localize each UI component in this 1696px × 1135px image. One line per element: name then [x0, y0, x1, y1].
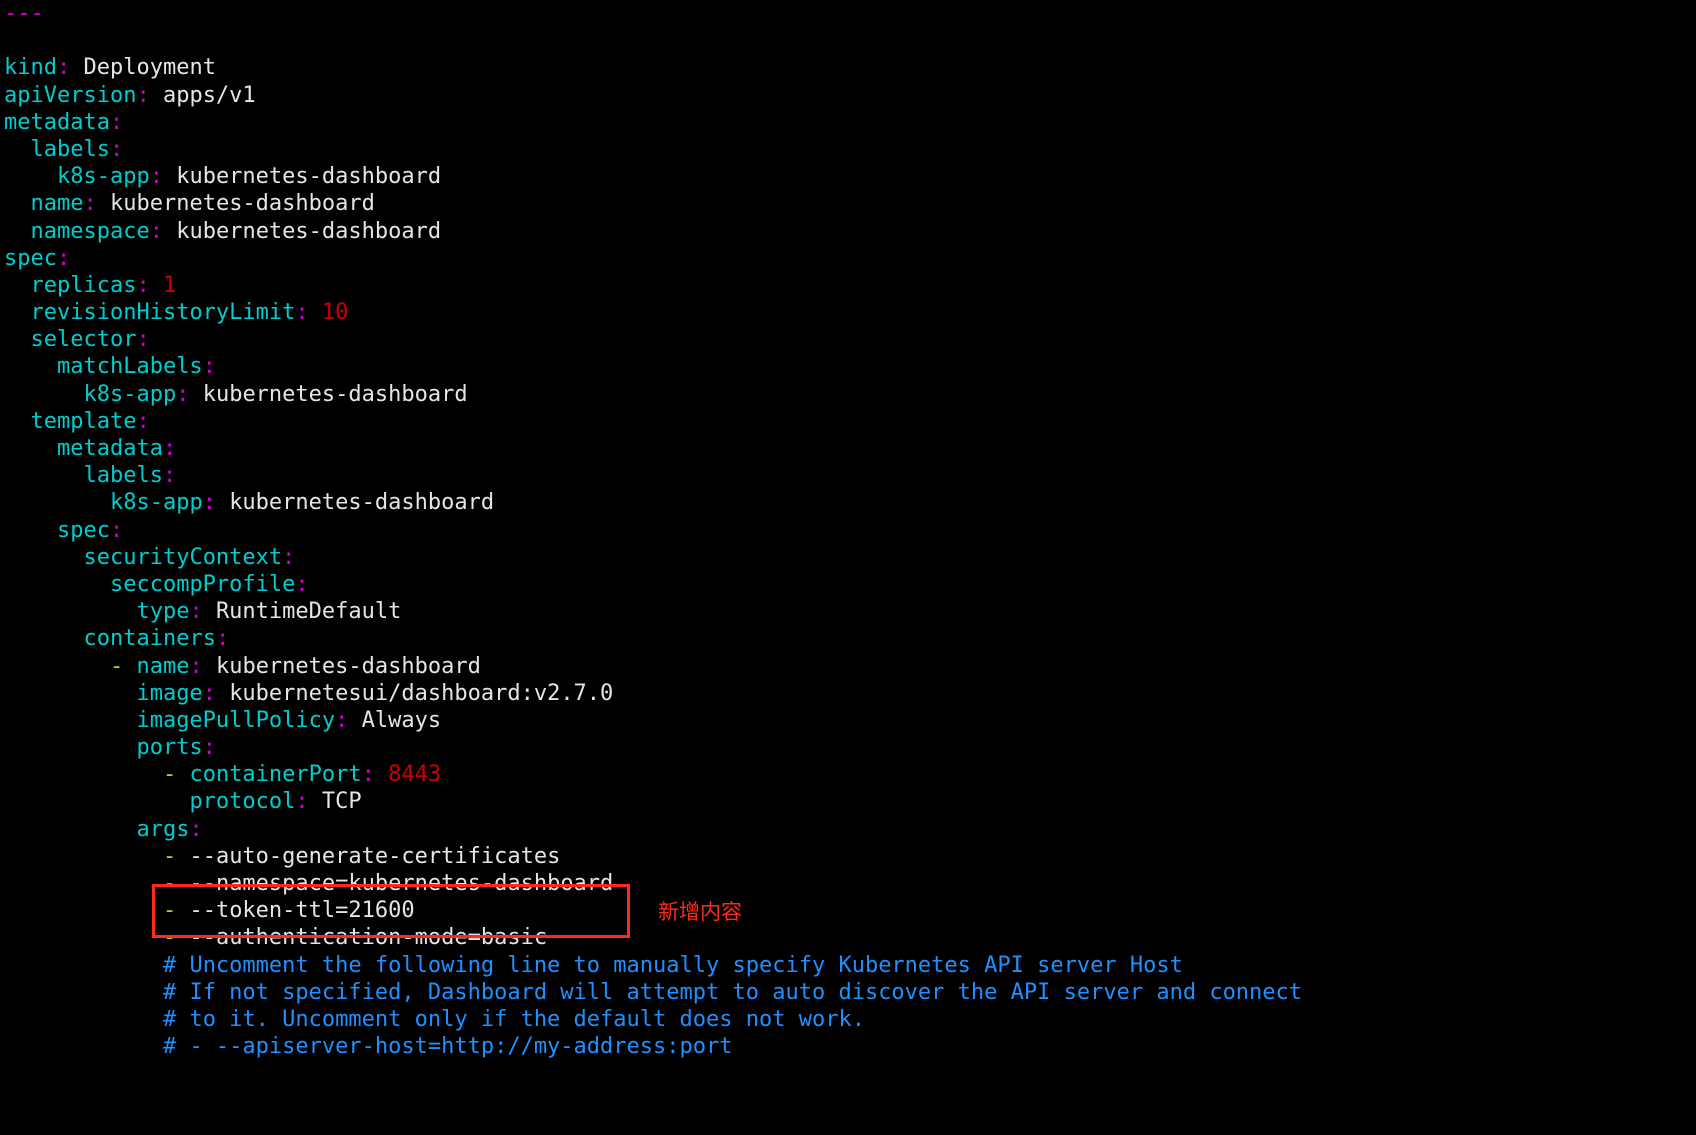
code-line: image: kubernetesui/dashboard:v2.7.0: [136, 680, 614, 706]
code-line: spec:: [4, 245, 71, 271]
code-line: securityContext:: [83, 544, 296, 570]
code-line: containers:: [83, 626, 230, 652]
code-line: ports:: [136, 735, 216, 761]
terminal-window: --- kind: Deployment apiVersion: apps/v1 m…: [0, 0, 1696, 1135]
code-line: protocol: TCP: [189, 789, 362, 815]
code-line: - --authentication-mode=basic: [162, 925, 548, 951]
code-line: metadata:: [56, 436, 177, 461]
code-line: k8s-app: kubernetes-dashboard: [109, 490, 495, 516]
code-line: seccompProfile:: [109, 571, 309, 597]
code-line: # If not specified, Dashboard will attem…: [162, 979, 1303, 1005]
code-line: template:: [30, 408, 150, 434]
code-line: - --namespace=kubernetes-dashboard: [162, 871, 614, 896]
code-line: metadata:: [4, 109, 124, 135]
code-line: ---: [4, 1, 44, 26]
code-line: k8s-app: kubernetes-dashboard: [56, 164, 442, 190]
code-line: - name: kubernetes-dashboard: [109, 653, 481, 679]
code-line: labels:: [83, 463, 177, 489]
code-line: # Uncomment the following line to manual…: [162, 952, 1183, 978]
code-line: replicas: 1: [30, 272, 177, 298]
code-line: args:: [136, 816, 203, 842]
code-line: - --token-ttl=21600: [162, 898, 415, 924]
added-content-annotation-label: 新增内容: [658, 900, 742, 924]
code-line: imagePullPolicy: Always: [136, 707, 442, 733]
code-line: k8s-app: kubernetes-dashboard: [83, 381, 468, 407]
code-line: - --auto-generate-certificates: [162, 843, 561, 869]
code-line: selector:: [30, 327, 150, 353]
code-line: labels:: [30, 136, 124, 162]
code-line: # - --apiserver-host=http://my-address:p…: [162, 1034, 733, 1060]
code-line: type: RuntimeDefault: [136, 599, 402, 625]
code-line: revisionHistoryLimit: 10: [30, 300, 349, 326]
code-line: apiVersion: apps/v1: [4, 82, 256, 108]
code-line: kind: Deployment: [4, 55, 216, 81]
code-line: spec:: [56, 517, 124, 543]
code-line: # to it. Uncomment only if the default d…: [162, 1006, 865, 1032]
code-line: - containerPort: 8443: [162, 762, 442, 788]
code-line: name: kubernetes-dashboard: [30, 191, 375, 217]
code-line: matchLabels:: [56, 354, 216, 380]
yaml-code-body: --- kind: Deployment apiVersion: apps/v1 m…: [4, 0, 1302, 1060]
code-line: namespace: kubernetes-dashboard: [30, 218, 442, 244]
